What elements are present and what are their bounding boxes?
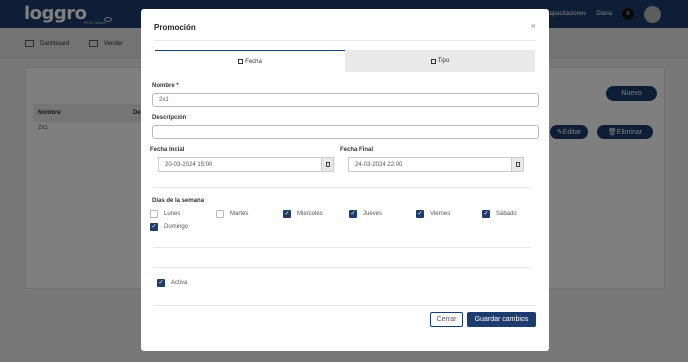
- checkbox-label: Jueves: [363, 211, 383, 217]
- calendar-icon: [325, 162, 330, 167]
- calendar-button[interactable]: [321, 158, 333, 171]
- checkbox-viernes[interactable]: ✓ Viernes: [416, 210, 450, 218]
- name-field[interactable]: 2x1: [152, 93, 539, 107]
- divider: [153, 247, 531, 248]
- modal-title: Promoción: [154, 23, 196, 32]
- checkbox-jueves[interactable]: ✓ Jueves: [349, 210, 382, 218]
- tab-tipo[interactable]: Tipo: [345, 50, 535, 72]
- tab-fecha[interactable]: Fecha: [155, 50, 345, 72]
- checkbox-box[interactable]: ✓: [482, 210, 490, 218]
- calendar-icon: [238, 59, 244, 64]
- calendar-button[interactable]: [511, 158, 523, 171]
- checkbox-box[interactable]: ✓: [150, 223, 158, 231]
- save-button[interactable]: Guardar cambios: [467, 312, 536, 327]
- checkbox-lunes[interactable]: Lunes: [150, 210, 180, 218]
- end-date-label: Fecha Final: [340, 147, 374, 153]
- checkbox-box[interactable]: ✓: [416, 210, 424, 218]
- divider: [153, 267, 531, 268]
- checkbox-label: Viernes: [430, 211, 451, 217]
- tab-bar: Fecha Tipo: [155, 50, 535, 72]
- checkbox-box[interactable]: ✓: [349, 210, 357, 218]
- days-label: Días de la semana: [152, 198, 205, 204]
- divider: [153, 305, 536, 306]
- checkbox-label: Martes: [230, 211, 249, 217]
- description-field[interactable]: [152, 125, 539, 139]
- checkbox-domingo[interactable]: ✓ Domingo: [150, 223, 188, 231]
- checkbox-label: Miercoles: [297, 211, 323, 217]
- checkbox-miercoles[interactable]: ✓ Miercoles: [283, 210, 323, 218]
- checkbox-martes[interactable]: Martes: [216, 210, 248, 218]
- checkbox-label: Sábado: [496, 211, 517, 217]
- tab-label: Fecha: [245, 58, 262, 65]
- calendar-icon: [515, 162, 520, 167]
- divider: [153, 187, 531, 188]
- checkbox-box[interactable]: ✓: [283, 210, 291, 218]
- checkbox-activa[interactable]: ✓ Activa: [157, 279, 187, 287]
- checkbox-label: Domingo: [164, 224, 189, 230]
- checkbox-label: Lunes: [164, 211, 181, 217]
- start-date-field[interactable]: 20-03-2024 15:00: [158, 157, 334, 172]
- list-icon: [430, 58, 436, 64]
- end-date-field[interactable]: 24-03-2024 22:00: [348, 157, 524, 172]
- end-date-value: 24-03-2024 22:00: [355, 161, 403, 168]
- description-label: Descripción: [152, 115, 187, 121]
- tab-label: Tipo: [437, 58, 450, 64]
- checkbox-box[interactable]: [150, 210, 158, 218]
- name-label: Nombre *: [152, 83, 179, 89]
- divider: [154, 40, 536, 41]
- close-icon[interactable]: ×: [531, 21, 536, 31]
- checkbox-box[interactable]: ✓: [157, 279, 165, 287]
- checkbox-sabado[interactable]: ✓ Sábado: [482, 210, 517, 218]
- checkbox-box[interactable]: [216, 210, 224, 218]
- checkbox-label: Activa: [171, 280, 188, 286]
- promotion-modal: Promoción × Fecha Tipo Nombre * 2x1 Desc…: [141, 9, 549, 351]
- start-date-value: 20-03-2024 15:00: [165, 161, 213, 168]
- cancel-button[interactable]: Cerrar: [430, 312, 463, 327]
- start-date-label: Fecha Incial: [150, 147, 185, 153]
